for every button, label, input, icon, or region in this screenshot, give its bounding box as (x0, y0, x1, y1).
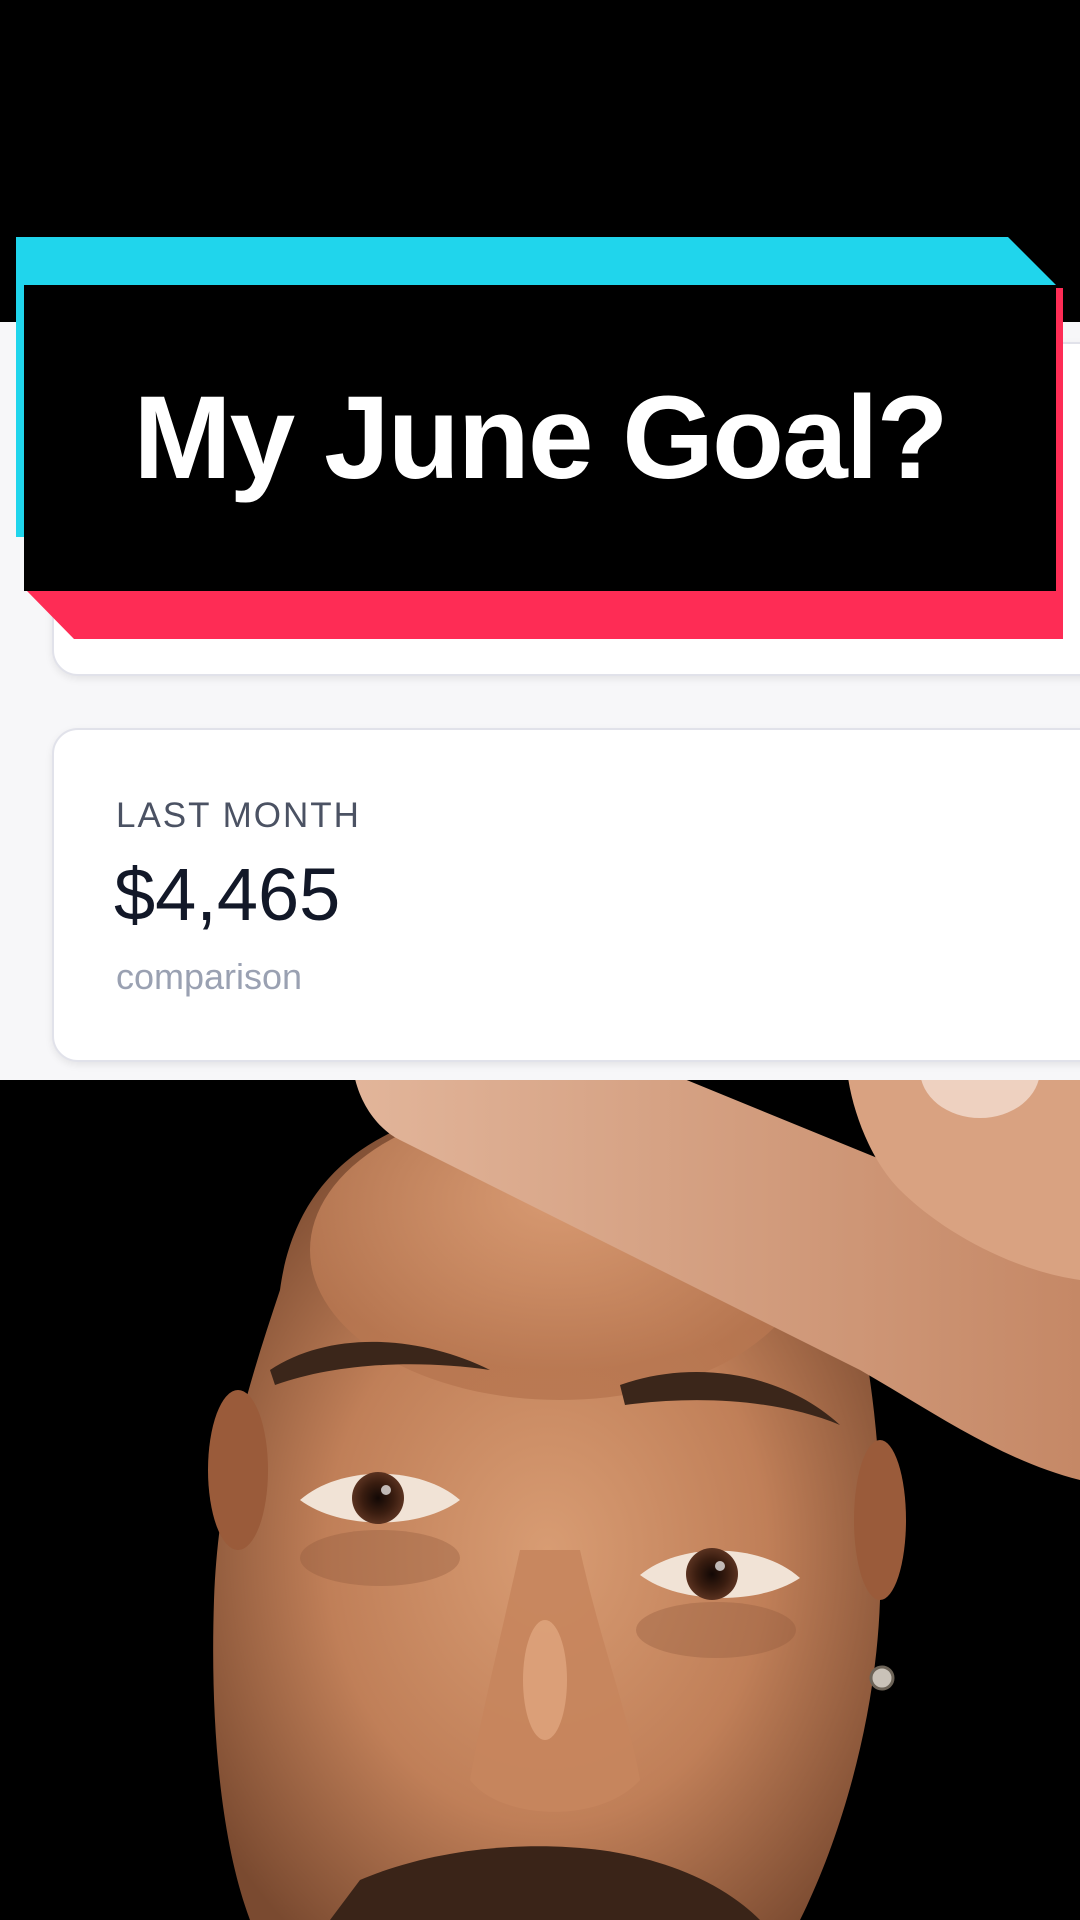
left-eye-shine (381, 1485, 391, 1495)
title-banner: My June Goal? (0, 0, 1080, 660)
earring (869, 1665, 895, 1691)
presenter-face (208, 1100, 906, 1920)
stat-card-last-month: LAST MONTH $4,465 comparison (52, 728, 1080, 1062)
left-ear (208, 1390, 268, 1550)
right-under-eye (636, 1602, 796, 1658)
card-subtitle: comparison (116, 956, 303, 997)
left-eye (352, 1472, 404, 1524)
nose-highlight (523, 1620, 567, 1740)
card-value: $4,465 (114, 853, 341, 936)
right-eye (686, 1548, 738, 1600)
card-label: LAST MONTH (116, 796, 361, 835)
overlay-title: My June Goal? (133, 372, 948, 504)
presenter-video (0, 1080, 1080, 1920)
left-under-eye (300, 1530, 460, 1586)
right-eye-shine (715, 1561, 725, 1571)
banner-pink-offset (26, 590, 1063, 639)
right-ear (854, 1440, 906, 1600)
